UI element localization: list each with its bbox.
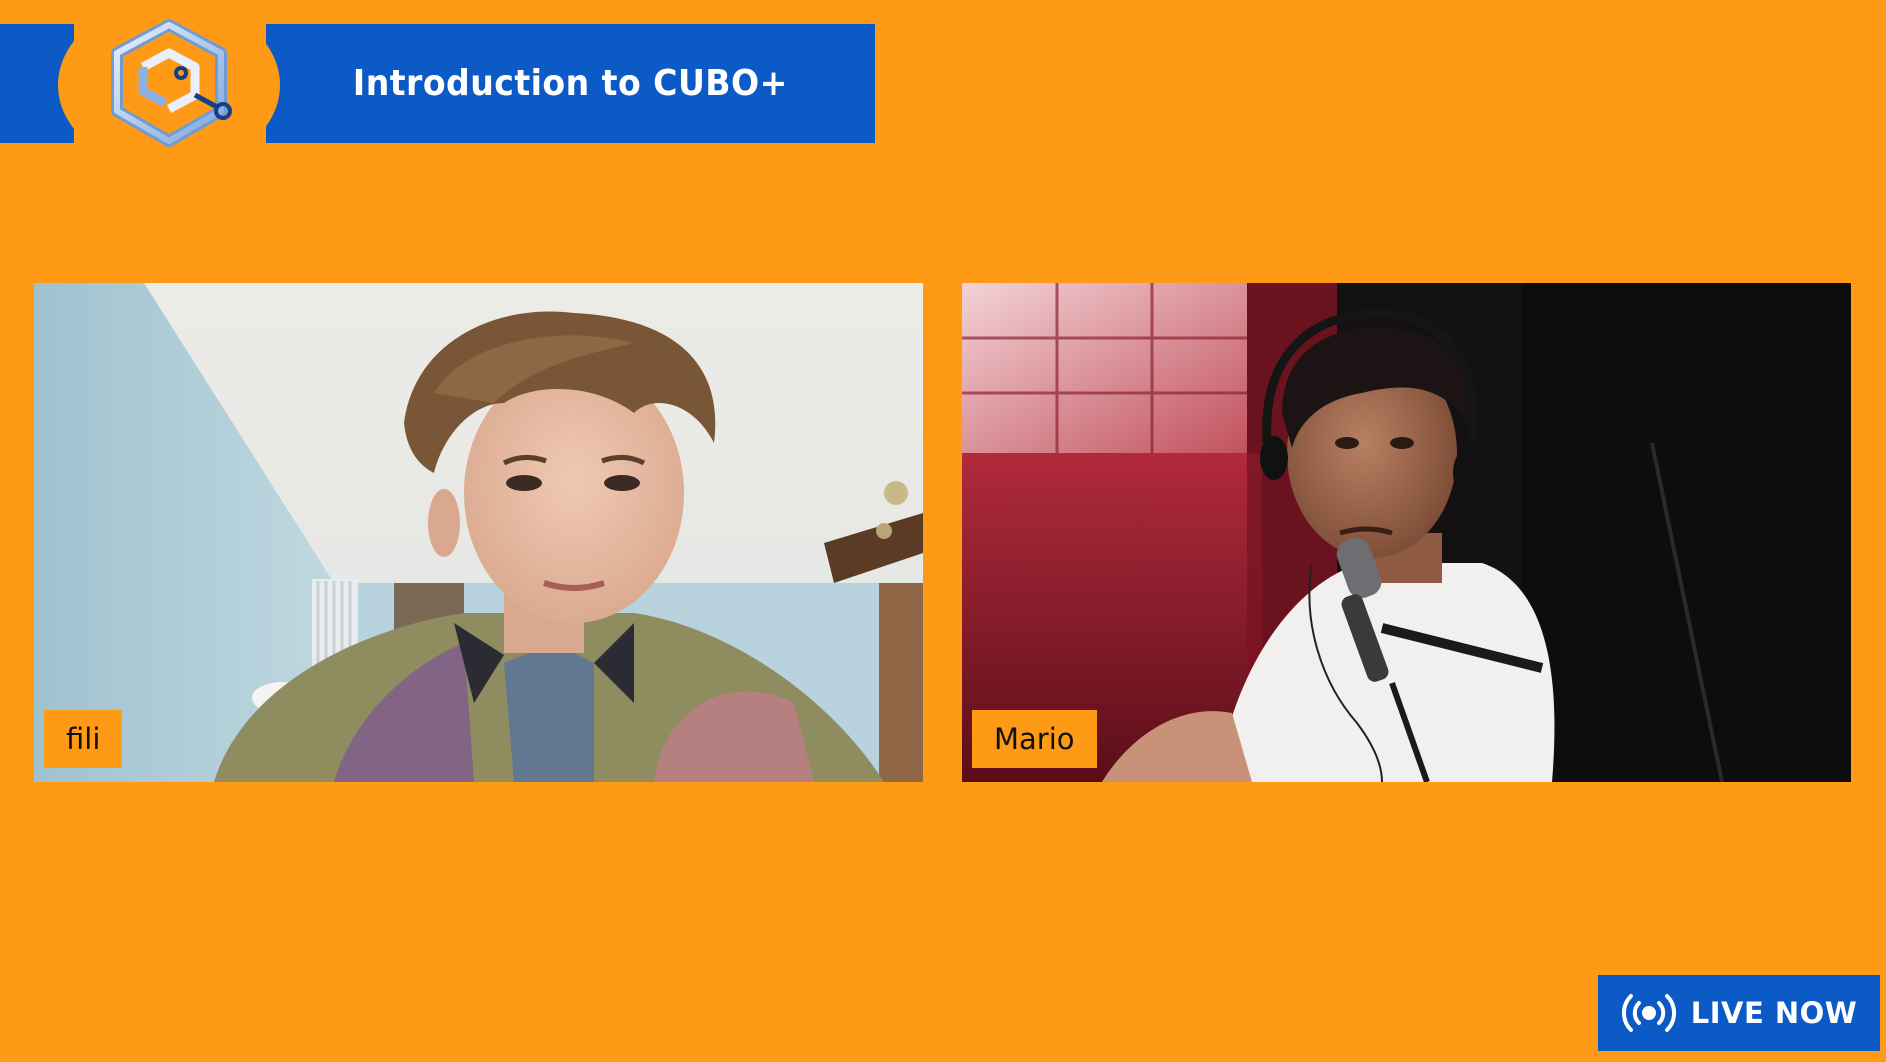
title-banner: Introduction to CUBO+ [266,24,875,143]
cube-circuit-logo-icon [111,19,232,147]
participant-video-feed [962,283,1851,782]
video-tile-mario[interactable]: Mario [962,283,1851,782]
stream-title: Introduction to CUBO+ [353,63,788,104]
broadcast-icon [1621,990,1677,1036]
live-now-label: LIVE NOW [1690,996,1858,1030]
logo-badge [58,0,280,170]
live-now-badge: LIVE NOW [1598,975,1880,1051]
participant-video-feed [34,283,923,782]
video-tile-fili[interactable]: fili [34,283,923,782]
participant-name-tag: fili [44,710,123,768]
participant-name-tag: Mario [972,710,1097,768]
